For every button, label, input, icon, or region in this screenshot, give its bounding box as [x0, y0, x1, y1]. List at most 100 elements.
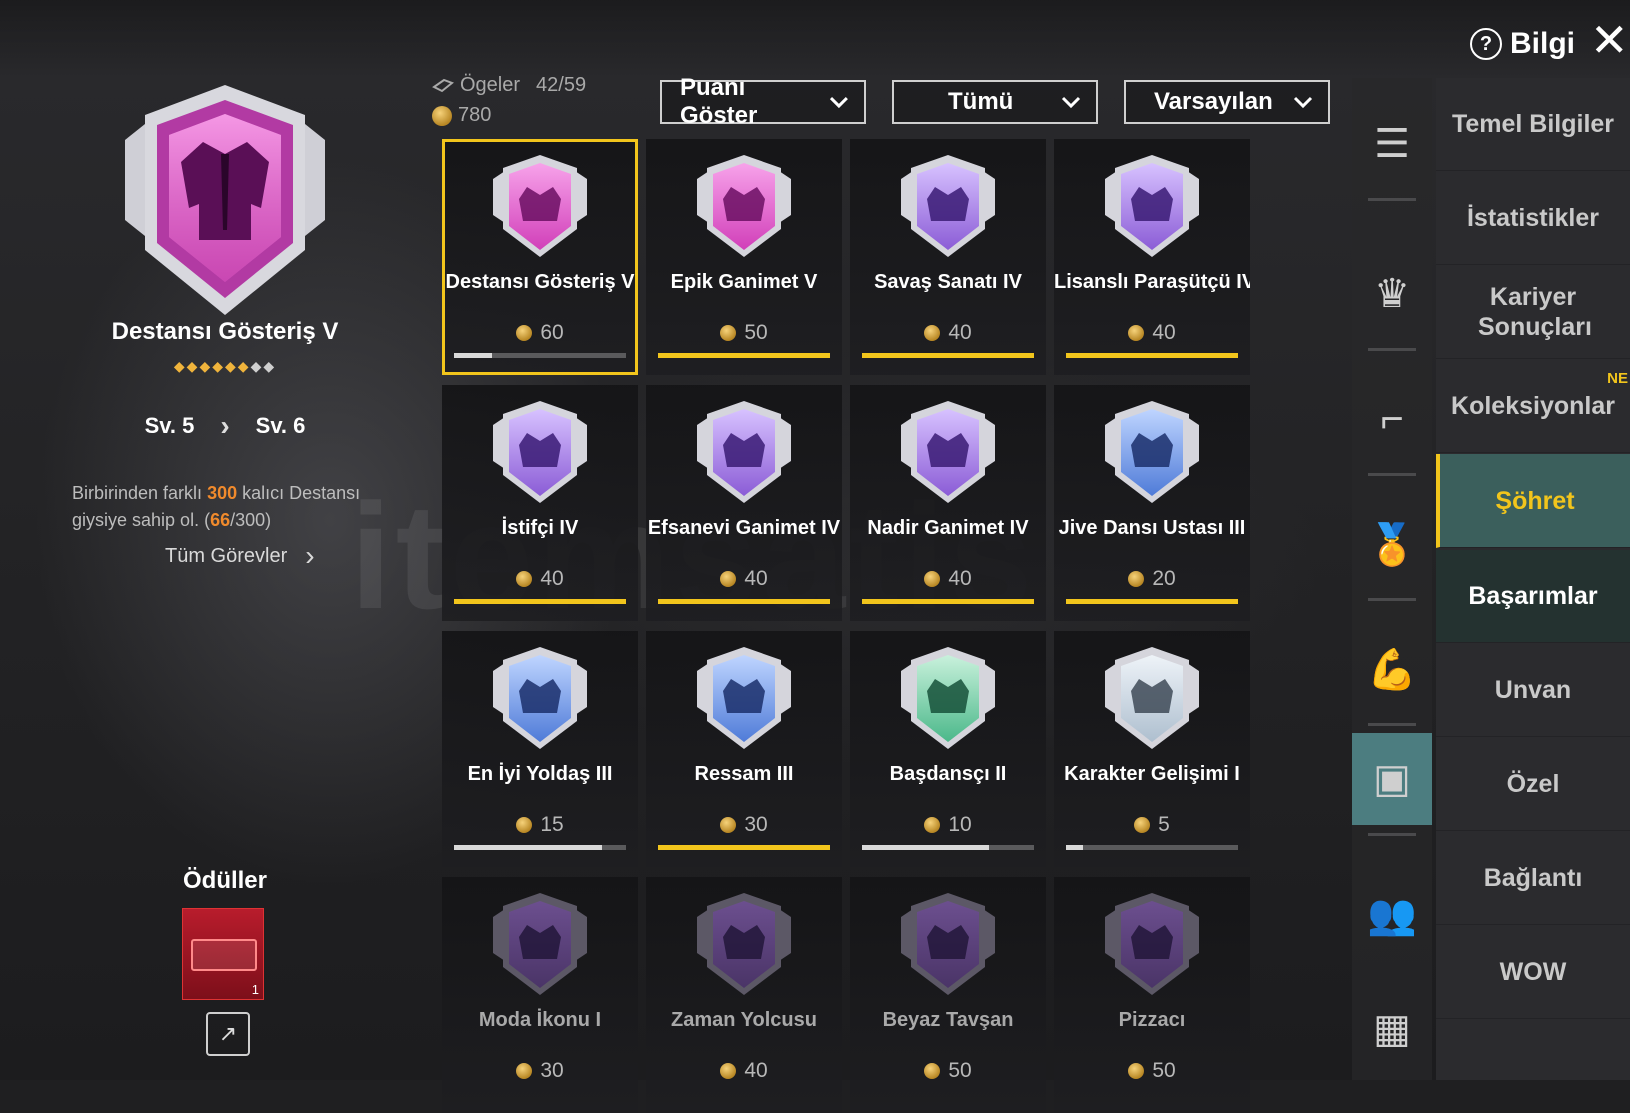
rail-item-friends[interactable]: 👥: [1352, 868, 1432, 960]
achievement-points: 10: [850, 813, 1046, 837]
rail-item-crown[interactable]: ♛: [1352, 248, 1432, 340]
rail-item-list[interactable]: ☰: [1352, 98, 1432, 190]
achievement-card[interactable]: Nadir Ganimet IV 40: [850, 385, 1046, 621]
menu-item[interactable]: Özel: [1436, 738, 1630, 831]
achievement-card[interactable]: Başdansçı II 10: [850, 631, 1046, 867]
all-tasks-link[interactable]: Tüm Görevler ›: [165, 540, 315, 572]
coin-icon: [720, 571, 737, 587]
achievement-points: 50: [646, 321, 842, 345]
progress-fill: [1066, 353, 1238, 358]
level-stars: ◆◆◆◆◆◆◆◆: [60, 358, 390, 375]
menu-item-label: Bağlantı: [1483, 864, 1583, 892]
menu-item[interactable]: Temel Bilgiler: [1436, 78, 1630, 171]
rail-item-more[interactable]: ▦: [1352, 983, 1432, 1075]
achievement-name: Jive Dansı Ustası III: [1058, 517, 1246, 539]
achievement-name: Lisanslı Paraşütçü IV: [1054, 271, 1250, 293]
info-button[interactable]: ? Bilgi: [1470, 22, 1575, 66]
close-button[interactable]: ✕: [1590, 17, 1630, 63]
achievement-card[interactable]: İstifçi IV 40: [442, 385, 638, 621]
achievement-points: 20: [1054, 567, 1250, 591]
chevron-down-icon: [830, 96, 849, 109]
points-value: 40: [948, 321, 972, 344]
progress-fill: [658, 353, 830, 358]
parachute-icon: [1099, 153, 1205, 259]
dancer-icon: [895, 645, 1001, 751]
menu-item[interactable]: Başarımlar: [1436, 550, 1630, 643]
menu-item-label: Özel: [1506, 770, 1560, 798]
rail-item-achievement[interactable]: ▣: [1352, 733, 1432, 825]
points-value: 50: [744, 321, 768, 344]
points-value: 40: [540, 567, 564, 590]
star-filled-icon: ◆: [225, 358, 238, 374]
progress-fill: [1066, 599, 1238, 604]
coin-icon: [720, 325, 737, 341]
level-current: Sv. 5: [144, 413, 195, 438]
points-value: 20: [1152, 567, 1176, 590]
locker-icon: [487, 399, 593, 505]
achievement-card[interactable]: Epik Ganimet V 50: [646, 139, 842, 375]
menu-item[interactable]: Kariyer Sonuçları: [1436, 266, 1630, 359]
points-value: 30: [744, 813, 768, 836]
points-value: 60: [540, 321, 564, 344]
points-value: 50: [948, 1059, 972, 1082]
achievement-points: 40: [850, 321, 1046, 345]
achievement-card[interactable]: Pizzacı 50: [1054, 877, 1250, 1113]
coat-icon: [691, 399, 797, 505]
rail-divider: [1368, 833, 1416, 836]
menu-item-label: Unvan: [1494, 676, 1572, 704]
rail-item-muscle[interactable]: 💪: [1352, 623, 1432, 715]
achievement-card[interactable]: Lisanslı Paraşütçü IV 40: [1054, 139, 1250, 375]
menu-item[interactable]: Bağlantı: [1436, 832, 1630, 925]
dancer-icon: [1099, 399, 1205, 505]
progress-bar: [862, 845, 1034, 850]
star-empty-icon: ◆: [250, 358, 264, 374]
hexagon-icon: [691, 891, 797, 997]
desc-text: Birbirinden farklı: [72, 483, 208, 503]
achievement-card[interactable]: Zaman Yolcusu 40: [646, 877, 842, 1113]
menu-item[interactable]: Koleksiyonlar NE: [1436, 360, 1630, 453]
star-filled-icon: ◆: [237, 358, 251, 374]
dropdown-label: Tümü: [948, 88, 1014, 115]
coin-icon: [516, 325, 533, 341]
achievement-card[interactable]: Beyaz Tavşan 50: [850, 877, 1046, 1113]
chevron-down-icon: [1293, 96, 1313, 109]
achievement-card[interactable]: Jive Dansı Ustası III 20: [1054, 385, 1250, 621]
rail-item-medal[interactable]: 🏅: [1352, 498, 1432, 590]
achievement-card[interactable]: Moda İkonu I 30: [442, 877, 638, 1113]
coin-icon: [1134, 817, 1151, 833]
achievement-card[interactable]: Destansı Gösteriş V 60: [442, 139, 638, 375]
achievement-card[interactable]: Ressam III 30: [646, 631, 842, 867]
share-icon[interactable]: ↗: [206, 1012, 250, 1056]
menu-item[interactable]: Şöhret: [1436, 454, 1630, 548]
all-tasks-label: Tüm Görevler: [165, 544, 288, 567]
menu-item[interactable]: İstatistikler: [1436, 172, 1630, 265]
level-next: Sv. 6: [255, 413, 306, 438]
achievement-points: 40: [646, 1059, 842, 1083]
rail-item-pistol[interactable]: ⌐: [1352, 373, 1432, 465]
achievement-name: Pizzacı: [1118, 1009, 1186, 1031]
menu-item[interactable]: WOW: [1436, 926, 1630, 1019]
achievement-card[interactable]: Efsanevi Ganimet IV 40: [646, 385, 842, 621]
achievement-points: 40: [442, 567, 638, 591]
points-value: 5: [1158, 813, 1170, 836]
achievement-card[interactable]: Karakter Gelişimi I 5: [1054, 631, 1250, 867]
rabbit-icon: [895, 891, 1001, 997]
menu-item[interactable]: Unvan: [1436, 644, 1630, 737]
pizza-icon: [1099, 891, 1205, 997]
reward-item[interactable]: 1: [182, 908, 264, 1000]
menu-item-label: Başarımlar: [1468, 582, 1598, 610]
sort-dropdown[interactable]: Varsayılan: [1124, 80, 1330, 124]
progress-bar: [1066, 599, 1238, 604]
rail-divider: [1368, 723, 1416, 726]
filter-all-dropdown[interactable]: Tümü: [892, 80, 1098, 124]
coin-icon: [516, 817, 533, 833]
show-points-dropdown[interactable]: Puanı Göster: [660, 74, 866, 129]
progress-fill: [658, 845, 830, 850]
jacket-icon: [125, 85, 325, 315]
star-empty-icon: ◆: [263, 358, 277, 374]
achievement-name: Epik Ganimet V: [670, 271, 818, 293]
achievement-card[interactable]: En İyi Yoldaş III 15: [442, 631, 638, 867]
diamond-icon: [487, 891, 593, 997]
top-bar: [0, 0, 1630, 78]
achievement-card[interactable]: Savaş Sanatı IV 40: [850, 139, 1046, 375]
